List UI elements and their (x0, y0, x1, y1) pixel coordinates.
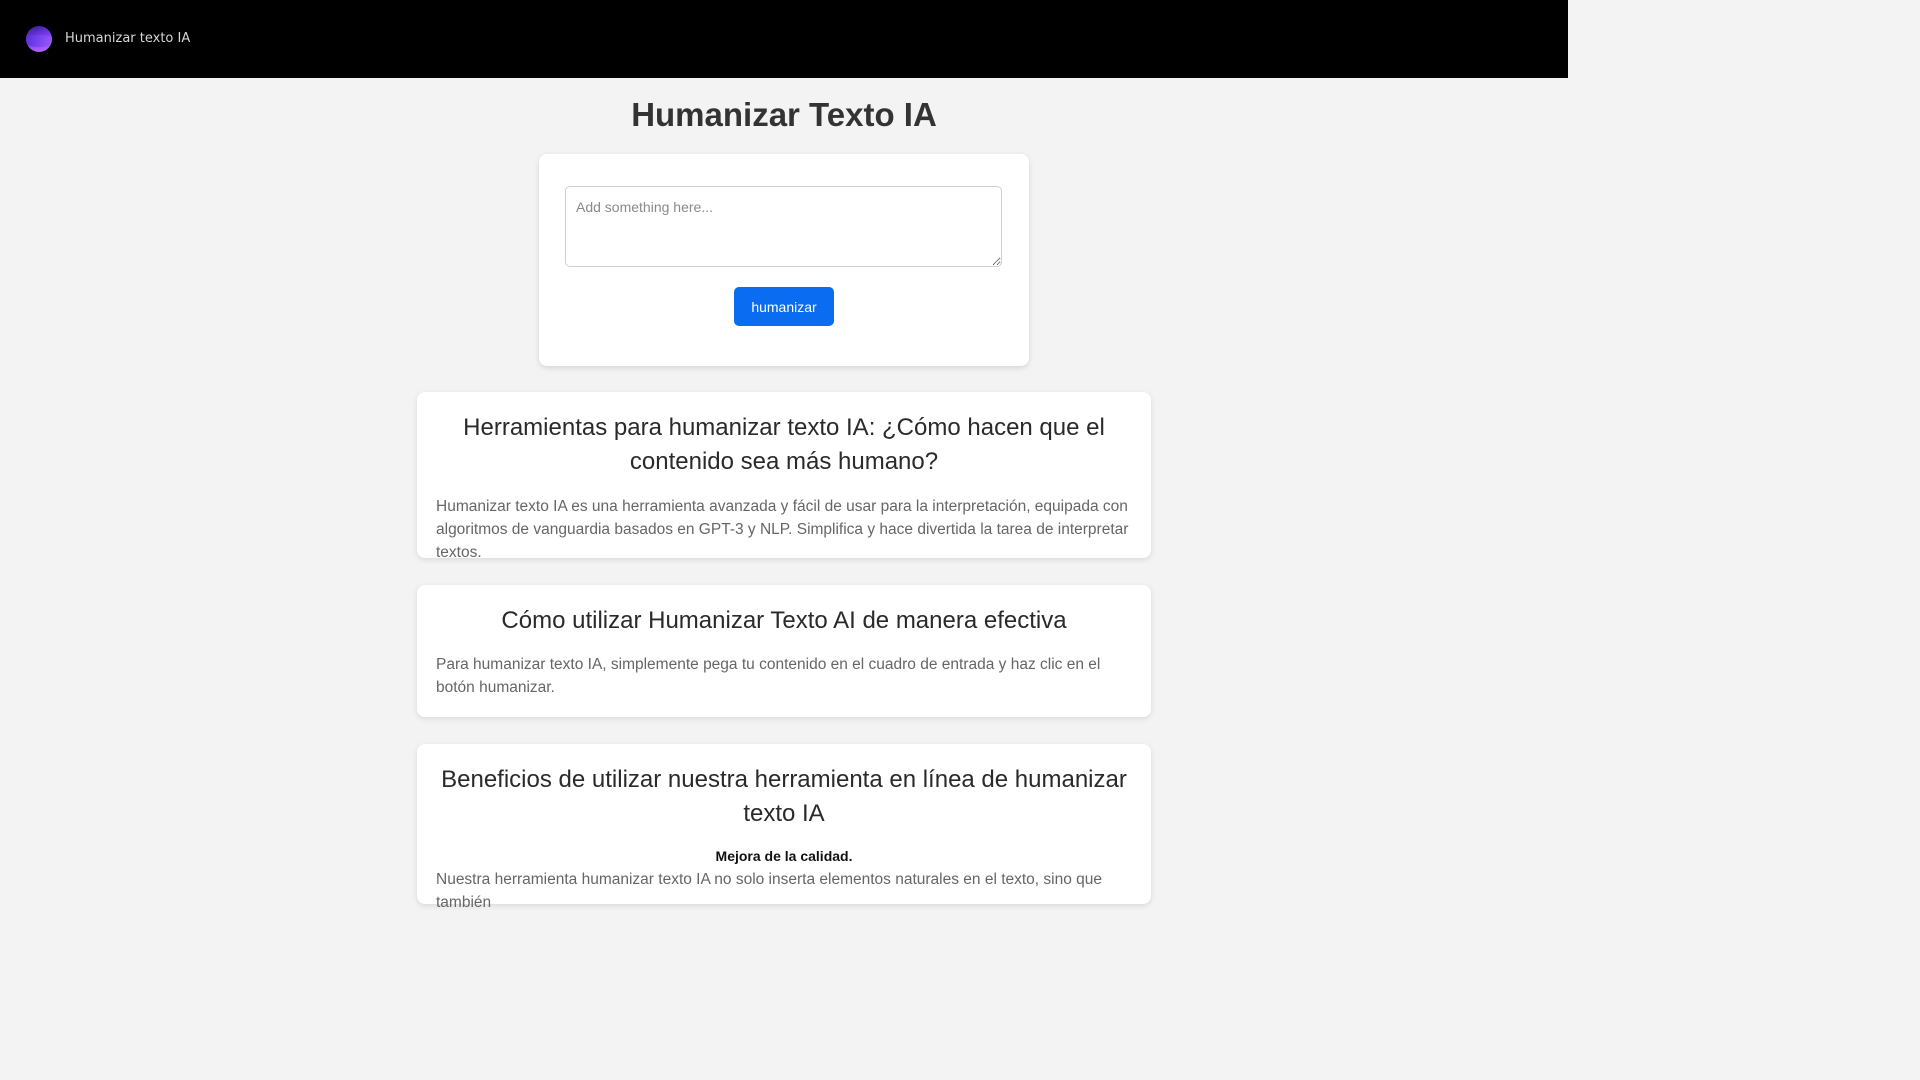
section-text: Para humanizar texto IA, simplemente peg… (436, 656, 1101, 696)
section-subheading: Mejora de la calidad. (715, 848, 853, 864)
brand-link[interactable]: Humanizar texto IA (65, 31, 190, 46)
section-card-tools: Herramientas para humanizar texto IA: ¿C… (417, 392, 1151, 561)
humanize-button[interactable]: humanizar (734, 287, 834, 326)
section-text: Humanizar texto IA es una herramienta av… (436, 498, 1129, 561)
gradient-orb-icon[interactable] (26, 26, 52, 52)
text-input[interactable] (565, 186, 1002, 267)
section-heading: Cómo utilizar Humanizar Texto AI de mane… (501, 607, 1067, 634)
humanizer-card: humanizar (539, 154, 1029, 366)
section-heading: Beneficios de utilizar nuestra herramien… (441, 766, 1127, 827)
section-card-benefits: Beneficios de utilizar nuestra herramien… (417, 744, 1151, 911)
section-heading: Herramientas para humanizar texto IA: ¿C… (463, 414, 1105, 475)
section-card-usage: Cómo utilizar Humanizar Texto AI de mane… (417, 585, 1151, 717)
section-text: Nuestra herramienta humanizar texto IA n… (436, 871, 1103, 911)
page-title: Humanizar Texto IA (631, 96, 937, 133)
top-navbar: Humanizar texto IA (0, 0, 1568, 78)
